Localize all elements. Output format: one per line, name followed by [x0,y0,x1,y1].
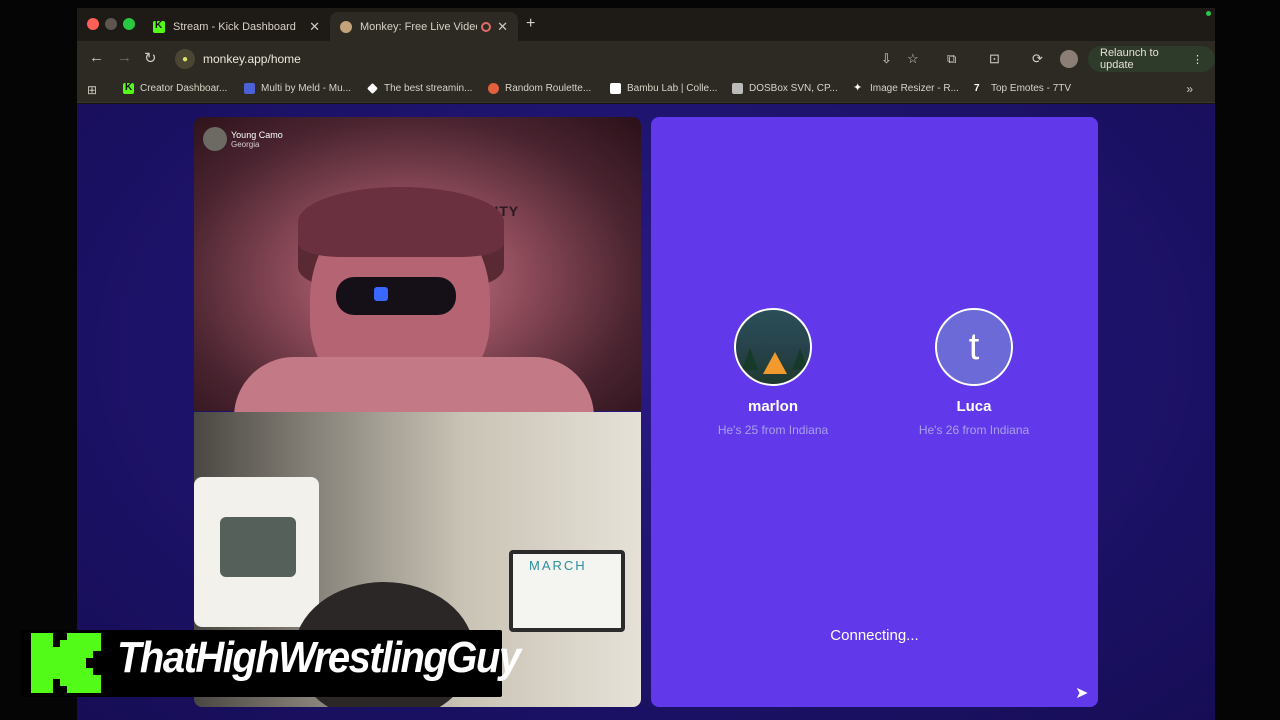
forward-icon[interactable]: → [117,49,132,66]
tree-shape [792,348,808,370]
bookmark-label: Random Roulette... [505,83,592,94]
tab-strip: Stream - Kick Dashboard ✕ Monkey: Free L… [77,8,1215,41]
dosbox-icon [732,83,743,94]
reload-icon[interactable]: ↻ [144,49,157,67]
close-window-button[interactable] [87,18,99,30]
meld-icon [244,83,255,94]
bookmark-item[interactable]: Creator Dashboar... [123,82,228,94]
sparkle-icon: ✦ [853,82,863,94]
bookmark-item[interactable]: Multi by Meld - Mu... [244,83,351,94]
remote-user-location: Georgia [231,139,260,149]
monkey-page: CALL·DUTY Young Camo Georgia [77,104,1215,720]
site-info-icon[interactable]: ● [175,49,195,69]
more-bookmarks-icon[interactable]: » [1186,82,1193,96]
bookmark-item[interactable]: ✦ Image Resizer - R... [853,82,959,95]
lens-glint [374,287,388,301]
tab-search-icon[interactable]: ⊡ [989,51,1000,67]
new-tab-button[interactable]: + [526,15,535,33]
bookmark-item[interactable]: Random Roulette... [488,83,591,94]
relaunch-button[interactable]: Relaunch to update ⋮ [1088,46,1215,72]
status-dot [1206,11,1211,16]
connection-status: Connecting... [830,627,919,644]
avatar [203,127,227,151]
recording-icon [481,21,492,32]
person-name: marlon [747,398,798,415]
letter-avatar: t [935,308,1013,386]
roulette-icon [488,83,499,94]
tab-kick-dashboard[interactable]: Stream - Kick Dashboard ✕ [143,12,330,41]
bookmark-label: The best streamin... [384,83,473,94]
bookmark-star-icon[interactable]: ☆ [907,51,919,67]
back-icon[interactable]: ← [89,49,104,66]
match-panel: marlon He's 25 from Indiana t Luca He's … [651,117,1098,707]
bookmark-item[interactable]: 7 Top Emotes - 7TV [974,83,1071,94]
person-shirt [234,357,594,417]
tree-shape [742,348,758,370]
kick-logo-icon [31,633,101,693]
maximize-window-button[interactable] [123,18,135,30]
kick-icon [153,20,165,33]
minimize-window-button[interactable] [105,18,117,30]
address-bar[interactable]: ● monkey.app/home [171,46,911,72]
remote-video: CALL·DUTY Young Camo Georgia [194,117,641,417]
mouse-cursor-icon: ➤ [1075,685,1089,702]
bookmark-label: Bambu Lab | Colle... [627,83,718,94]
person-description: He's 25 from Indiana [717,423,829,437]
bookmark-item[interactable]: The best streamin... [367,83,472,94]
person-description: He's 26 from Indiana [918,423,1030,437]
browser-window: Stream - Kick Dashboard ✕ Monkey: Free L… [77,8,1215,720]
bookmark-item[interactable]: DOSBox SVN, CP... [732,83,838,94]
diamond-icon [367,83,378,94]
person-name: Luca [956,398,992,415]
bookmark-label: Creator Dashboar... [140,83,228,94]
close-tab-icon[interactable]: ✕ [309,19,320,35]
relaunch-label: Relaunch to update [1100,47,1159,71]
bambu-icon [610,83,621,94]
whiteboard-text: MARCH [529,558,587,573]
apps-grid-icon[interactable]: ⊞ [87,83,97,97]
match-person[interactable]: marlon He's 25 from Indiana [673,308,873,437]
bookmark-label: Image Resizer - R... [870,83,959,94]
bookmark-label: Top Emotes - 7TV [991,83,1072,94]
bookmark-item[interactable]: Bambu Lab | Colle... [610,83,717,94]
tab-monkey[interactable]: Monkey: Free Live Video Chat ✕ [330,12,518,41]
bookmarks-bar: ⊞ Creator Dashboar... Multi by Meld - Mu… [77,77,1215,103]
tshirt-logo [220,517,296,577]
tab-title: Monkey: Free Live Video Chat [360,20,477,33]
7tv-icon: 7 [974,83,980,94]
close-tab-icon[interactable]: ✕ [497,19,508,35]
tab-title: Stream - Kick Dashboard [173,20,296,33]
streamer-name: ThatHighWrestlingGuy [117,634,521,682]
sync-icon[interactable]: ⟳ [1032,51,1043,67]
bookmark-label: Multi by Meld - Mu... [261,83,352,94]
extensions-icon[interactable]: ⧉ [947,51,956,67]
remote-user-name: Young Camo [231,129,283,140]
more-menu-icon: ⋮ [1192,53,1203,66]
match-person[interactable]: t Luca He's 26 from Indiana [874,308,1074,437]
toolbar: ← → ↻ ● monkey.app/home ⇩ ☆ ⧉ ⊡ ⟳ Relaun… [77,41,1215,77]
person-bangs [298,187,504,257]
url-text: monkey.app/home [203,52,301,66]
monkey-icon [340,20,352,33]
kick-icon [123,82,134,94]
whiteboard: MARCH [509,550,625,632]
sunglasses [336,277,456,315]
remote-user-chip[interactable]: Young Camo Georgia [203,127,283,151]
campfire-icon [763,352,787,374]
campfire-avatar [734,308,812,386]
bookmark-label: DOSBox SVN, CP... [749,83,838,94]
install-app-icon[interactable]: ⇩ [881,51,892,67]
profile-avatar[interactable] [1060,50,1078,68]
video-column: CALL·DUTY Young Camo Georgia [194,117,641,707]
